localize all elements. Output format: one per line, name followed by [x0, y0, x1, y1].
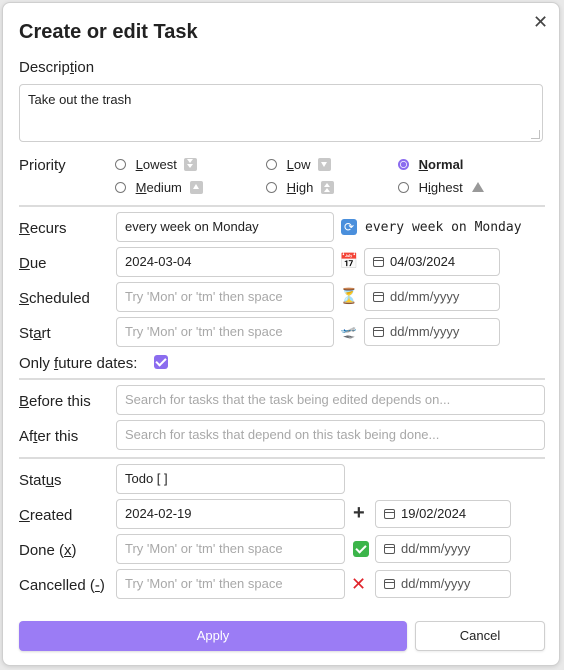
- before-this-search[interactable]: Search for tasks that the task being edi…: [116, 385, 545, 415]
- due-date-picker[interactable]: 04/03/2024: [364, 248, 500, 276]
- radio-lowest[interactable]: [115, 159, 126, 170]
- start-input[interactable]: Try 'Mon' or 'tm' then space: [116, 317, 334, 347]
- due-label: Due: [19, 255, 47, 272]
- done-input[interactable]: Try 'Mon' or 'tm' then space: [116, 534, 345, 564]
- radio-normal[interactable]: [398, 159, 409, 170]
- apply-button[interactable]: Apply: [19, 621, 407, 651]
- future-dates-label: Only future dates:: [19, 355, 138, 372]
- after-this-search[interactable]: Search for tasks that depend on this tas…: [116, 420, 545, 450]
- created-date-picker[interactable]: 19/02/2024: [375, 500, 511, 528]
- divider: [19, 205, 545, 207]
- calendar-icon: [384, 579, 395, 589]
- lowest-priority-icon: [184, 158, 198, 171]
- start-date-picker[interactable]: dd/mm/yyyy: [364, 318, 500, 346]
- status-select[interactable]: Todo [ ]: [116, 464, 345, 494]
- radio-medium[interactable]: [115, 182, 126, 193]
- due-input[interactable]: 2024-03-04: [116, 247, 334, 277]
- priority-option-high[interactable]: High: [266, 180, 334, 195]
- radio-highest[interactable]: [398, 182, 409, 193]
- close-icon[interactable]: ✕: [533, 13, 548, 31]
- priority-option-normal[interactable]: Normal: [398, 157, 463, 172]
- cancel-button[interactable]: Cancel: [415, 621, 545, 651]
- calendar-icon: 📅: [339, 253, 359, 270]
- scheduled-input[interactable]: Try 'Mon' or 'tm' then space: [116, 282, 334, 312]
- radio-low[interactable]: [266, 159, 277, 170]
- created-label: Created: [19, 507, 73, 524]
- done-label: Done (x): [19, 542, 77, 559]
- priority-option-low[interactable]: Low: [266, 157, 332, 172]
- calendar-icon: [373, 257, 384, 267]
- hourglass-icon: ⏳: [339, 288, 359, 305]
- highest-priority-icon: [472, 182, 485, 192]
- red-x-icon: ✕: [351, 574, 367, 594]
- low-priority-icon: [318, 158, 332, 171]
- done-date-picker[interactable]: dd/mm/yyyy: [375, 535, 511, 563]
- priority-option-medium[interactable]: Medium: [115, 180, 203, 195]
- priority-option-lowest[interactable]: Lowest: [115, 157, 198, 172]
- priority-option-highest[interactable]: Highest: [398, 180, 485, 195]
- cancelled-label: Cancelled (-): [19, 577, 105, 594]
- before-this-label: Before this: [19, 393, 91, 410]
- radio-high[interactable]: [266, 182, 277, 193]
- start-label: Start: [19, 325, 51, 342]
- recurs-input[interactable]: every week on Monday: [116, 212, 334, 242]
- status-label: Status: [19, 472, 62, 489]
- task-editor-modal: Create or edit Task ✕ Description Take o…: [2, 2, 560, 666]
- after-this-label: After this: [19, 428, 79, 445]
- recurring-icon: ⟳: [341, 219, 357, 235]
- medium-priority-icon: [189, 181, 203, 194]
- calendar-icon: [373, 292, 384, 302]
- scheduled-label: Scheduled: [19, 290, 90, 307]
- scheduled-date-picker[interactable]: dd/mm/yyyy: [364, 283, 500, 311]
- airplane-departure-icon: 🛫: [340, 324, 358, 339]
- calendar-icon: [384, 509, 395, 519]
- divider: [19, 457, 545, 459]
- calendar-icon: [384, 544, 395, 554]
- future-dates-checkbox[interactable]: [154, 355, 168, 369]
- cancelled-date-picker[interactable]: dd/mm/yyyy: [375, 570, 511, 598]
- green-check-icon: [353, 541, 369, 557]
- high-priority-icon: [321, 181, 334, 194]
- dialog-title: Create or edit Task: [19, 21, 198, 43]
- recurs-preview: every week on Monday: [365, 220, 522, 235]
- plus-icon: +: [353, 502, 365, 524]
- description-textarea[interactable]: Take out the trash: [19, 84, 543, 142]
- description-label: Description: [19, 59, 95, 76]
- calendar-icon: [373, 327, 384, 337]
- created-input[interactable]: 2024-02-19: [116, 499, 345, 529]
- priority-label: Priority: [19, 157, 66, 174]
- cancelled-input[interactable]: Try 'Mon' or 'tm' then space: [116, 569, 345, 599]
- divider: [19, 378, 545, 380]
- recurs-label: Recurs: [19, 220, 67, 237]
- resize-handle-icon[interactable]: [531, 130, 540, 139]
